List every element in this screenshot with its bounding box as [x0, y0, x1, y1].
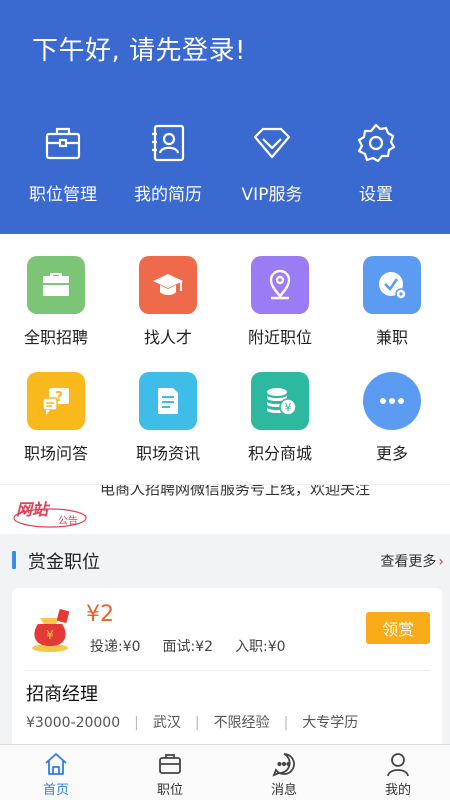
- clock-icon: [363, 256, 421, 314]
- briefcase-icon: [27, 256, 85, 314]
- grid-item-more[interactable]: 更多: [336, 372, 448, 464]
- quick-action-settings[interactable]: 设置: [320, 122, 432, 205]
- job-salary: ¥3000-20000: [26, 715, 121, 731]
- coins-icon: ¥: [251, 372, 309, 430]
- location-pin-icon: [251, 256, 309, 314]
- reward-hired: 入职:¥0: [235, 639, 286, 655]
- grid-item-label: 积分商城: [247, 444, 312, 463]
- tab-profile[interactable]: 我的: [342, 751, 450, 798]
- quick-action-label: 我的简历: [134, 185, 202, 205]
- diamond-icon: [253, 127, 291, 159]
- tab-messages[interactable]: 消息: [228, 751, 340, 798]
- meta-divider: |: [194, 715, 200, 731]
- bottom-tab-bar: 首页 职位 消息 我的: [0, 744, 450, 800]
- message-icon: [272, 753, 295, 777]
- more-dots-icon: [363, 372, 421, 430]
- tab-label: 首页: [42, 783, 69, 798]
- grid-item-fulltime[interactable]: 全职招聘: [0, 256, 112, 348]
- tab-label: 职位: [156, 783, 183, 798]
- grid-item-label: 兼职: [375, 328, 408, 347]
- quick-action-label: 职位管理: [29, 185, 97, 205]
- grid-item-points-mall[interactable]: ¥ 积分商城: [224, 372, 336, 464]
- grid-item-parttime[interactable]: 兼职: [336, 256, 448, 348]
- reward-amount: ¥2: [86, 602, 114, 627]
- reward-deliver: 投递:¥0: [90, 639, 141, 655]
- chevron-right-icon: ›: [438, 554, 444, 570]
- grid-item-workplace-news[interactable]: 职场资讯: [112, 372, 224, 464]
- money-bag-icon: ¥: [32, 609, 70, 652]
- view-more-label: 查看更多: [380, 554, 437, 570]
- quick-action-label: 设置: [359, 185, 393, 205]
- tab-jobs[interactable]: 职位: [114, 751, 226, 798]
- quick-action-label: VIP服务: [241, 185, 303, 205]
- announcement-logo-text: 网站: [16, 500, 51, 519]
- tab-label: 消息: [270, 783, 297, 798]
- login-greeting[interactable]: 下午好, 请先登录!: [32, 30, 246, 67]
- tab-home[interactable]: 首页: [0, 751, 112, 798]
- announcement-logo-icon: 网站 公告: [13, 500, 87, 528]
- briefcase-icon: [159, 754, 181, 774]
- view-more-link[interactable]: 查看更多 ›: [380, 551, 444, 571]
- reward-interview: 面试:¥2: [162, 639, 214, 655]
- briefcase-icon: [45, 127, 81, 160]
- grid-item-label: 全职招聘: [23, 328, 88, 347]
- job-meta: ¥3000-20000 | 武汉 | 不限经验 | 大专学历: [26, 712, 358, 732]
- grid-item-label: 更多: [375, 444, 408, 463]
- card-divider: [24, 670, 430, 671]
- grid-item-label: 职场资讯: [135, 444, 200, 463]
- site-announcement[interactable]: 网站 公告 电商人招聘网微信服务号上线，欢迎关注: [0, 484, 450, 534]
- job-experience: 不限经验: [213, 715, 270, 731]
- section-accent-bar: [12, 551, 16, 569]
- document-icon: [139, 372, 197, 430]
- meta-divider: |: [134, 715, 139, 731]
- grid-item-find-talent[interactable]: 找人才: [112, 256, 224, 348]
- qa-bubble-icon: ?: [27, 372, 85, 430]
- bounty-job-card[interactable]: ¥ ¥2 投递:¥0 面试:¥2 入职:¥0 领赏 招商经理 ¥3000-20000…: [12, 588, 442, 758]
- grid-item-workplace-qa[interactable]: ? 职场问答: [0, 372, 112, 464]
- quick-action-vip-service[interactable]: VIP服务: [216, 122, 328, 205]
- resume-icon: [152, 124, 185, 162]
- svg-text:¥: ¥: [46, 628, 54, 642]
- claim-reward-button[interactable]: 领赏: [366, 612, 430, 644]
- graduation-cap-icon: [139, 256, 197, 314]
- quick-action-job-management[interactable]: 职位管理: [7, 122, 119, 205]
- announcement-text: 电商人招聘网微信服务号上线，欢迎关注: [100, 484, 371, 498]
- job-education: 大专学历: [302, 715, 359, 731]
- reward-breakdown: 投递:¥0 面试:¥2 入职:¥0: [90, 636, 308, 656]
- user-icon: [387, 753, 409, 777]
- job-city: 武汉: [152, 715, 181, 731]
- svg-text:¥: ¥: [285, 401, 292, 414]
- meta-divider: |: [283, 715, 289, 731]
- bounty-jobs-header: 赏金职位 查看更多 ›: [0, 534, 450, 586]
- grid-item-nearby-jobs[interactable]: 附近职位: [224, 256, 336, 348]
- category-grid: 全职招聘 找人才 附近职位 兼职 ? 职场问答 职场资讯 ¥ 积分商城 更多: [0, 234, 450, 484]
- job-title: 招商经理: [26, 684, 98, 705]
- announcement-logo-sub: 公告: [58, 514, 78, 527]
- grid-item-label: 找人才: [143, 328, 192, 347]
- grid-item-label: 附近职位: [247, 328, 312, 347]
- header: 下午好, 请先登录! 职位管理 我的简历 VIP服务 设置: [0, 0, 450, 234]
- grid-item-label: 职场问答: [23, 444, 88, 463]
- gear-icon: [357, 123, 396, 163]
- tab-label: 我的: [384, 783, 411, 798]
- section-title: 赏金职位: [28, 552, 100, 573]
- home-icon: [45, 753, 67, 775]
- quick-action-my-resume[interactable]: 我的简历: [112, 122, 224, 205]
